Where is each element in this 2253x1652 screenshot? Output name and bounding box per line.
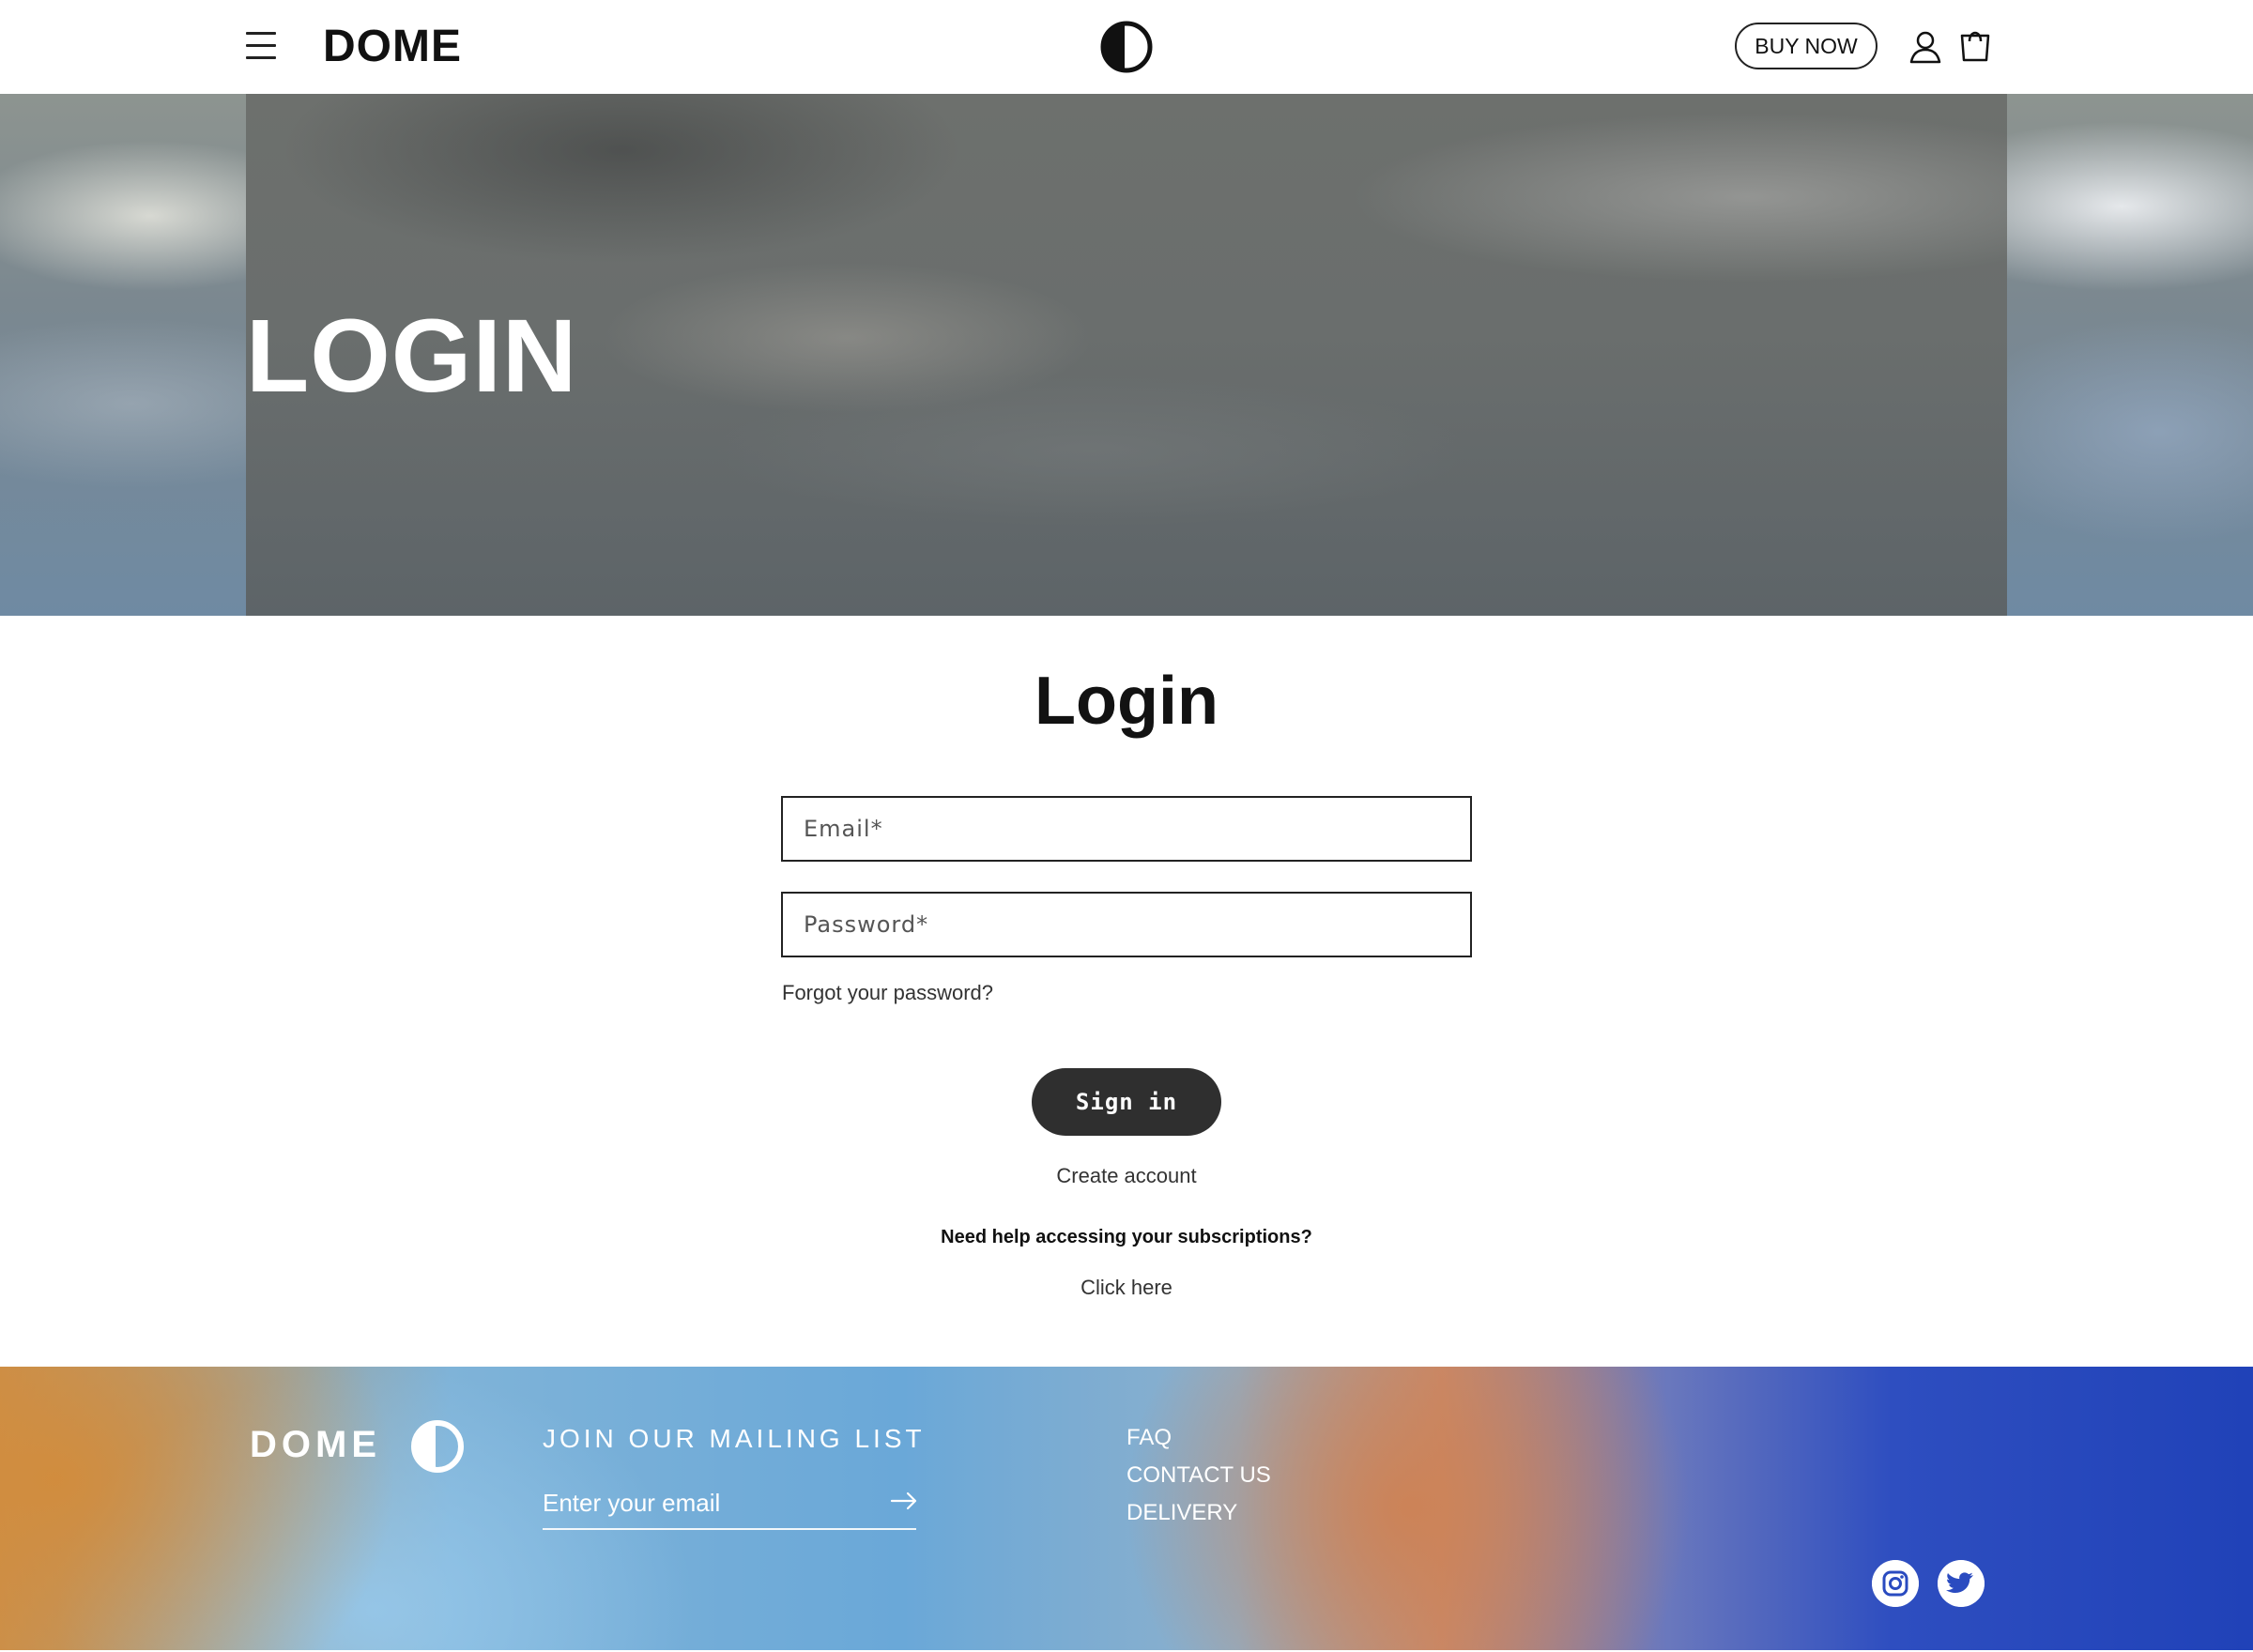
buy-now-button[interactable]: BUY NOW	[1735, 23, 1878, 69]
email-input[interactable]	[783, 798, 1470, 860]
cart-icon[interactable]	[1958, 28, 1992, 64]
site-footer: DOME JOIN OUR MAILING LIST FAQ CONTACT U…	[0, 1367, 2253, 1650]
twitter-icon[interactable]	[1938, 1560, 1985, 1607]
hero-title: LOGIN	[246, 298, 578, 414]
brand-wordmark[interactable]: DOME	[323, 19, 462, 75]
footer-link-delivery[interactable]: DELIVERY	[1126, 1494, 1271, 1532]
click-here-label[interactable]: Click here	[1081, 1276, 1172, 1299]
footer-link-contact-us[interactable]: CONTACT US	[1126, 1457, 1271, 1494]
footer-brand-wordmark: DOME	[250, 1424, 381, 1465]
email-field[interactable]	[781, 796, 1472, 862]
create-account-link[interactable]: Create account	[0, 1162, 2253, 1190]
mailing-email-input[interactable]	[543, 1479, 862, 1526]
forgot-password-link[interactable]: Forgot your password?	[782, 979, 993, 1007]
create-account-label[interactable]: Create account	[1056, 1164, 1196, 1187]
footer-link-faq[interactable]: FAQ	[1126, 1419, 1271, 1457]
click-here-link[interactable]: Click here	[0, 1274, 2253, 1302]
mailing-list-heading: JOIN OUR MAILING LIST	[543, 1424, 926, 1453]
mailing-email-field[interactable]	[543, 1479, 918, 1530]
password-field[interactable]	[781, 892, 1472, 957]
footer-links: FAQ CONTACT US DELIVERY	[1126, 1419, 1271, 1532]
password-input[interactable]	[783, 894, 1470, 956]
hamburger-menu-icon[interactable]	[246, 32, 276, 60]
subscription-help-heading: Need help accessing your subscriptions?	[941, 1227, 1312, 1247]
footer-half-moon-logo-icon	[411, 1420, 464, 1473]
half-moon-logo-icon[interactable]	[1100, 19, 1153, 75]
arrow-right-icon[interactable]	[890, 1487, 918, 1515]
sign-in-button[interactable]: Sign in	[1032, 1068, 1221, 1136]
account-icon[interactable]	[1909, 30, 1941, 64]
login-heading: Login	[1035, 664, 1218, 739]
instagram-icon[interactable]	[1872, 1560, 1919, 1607]
site-header: DOME BUY NOW	[0, 0, 2253, 94]
